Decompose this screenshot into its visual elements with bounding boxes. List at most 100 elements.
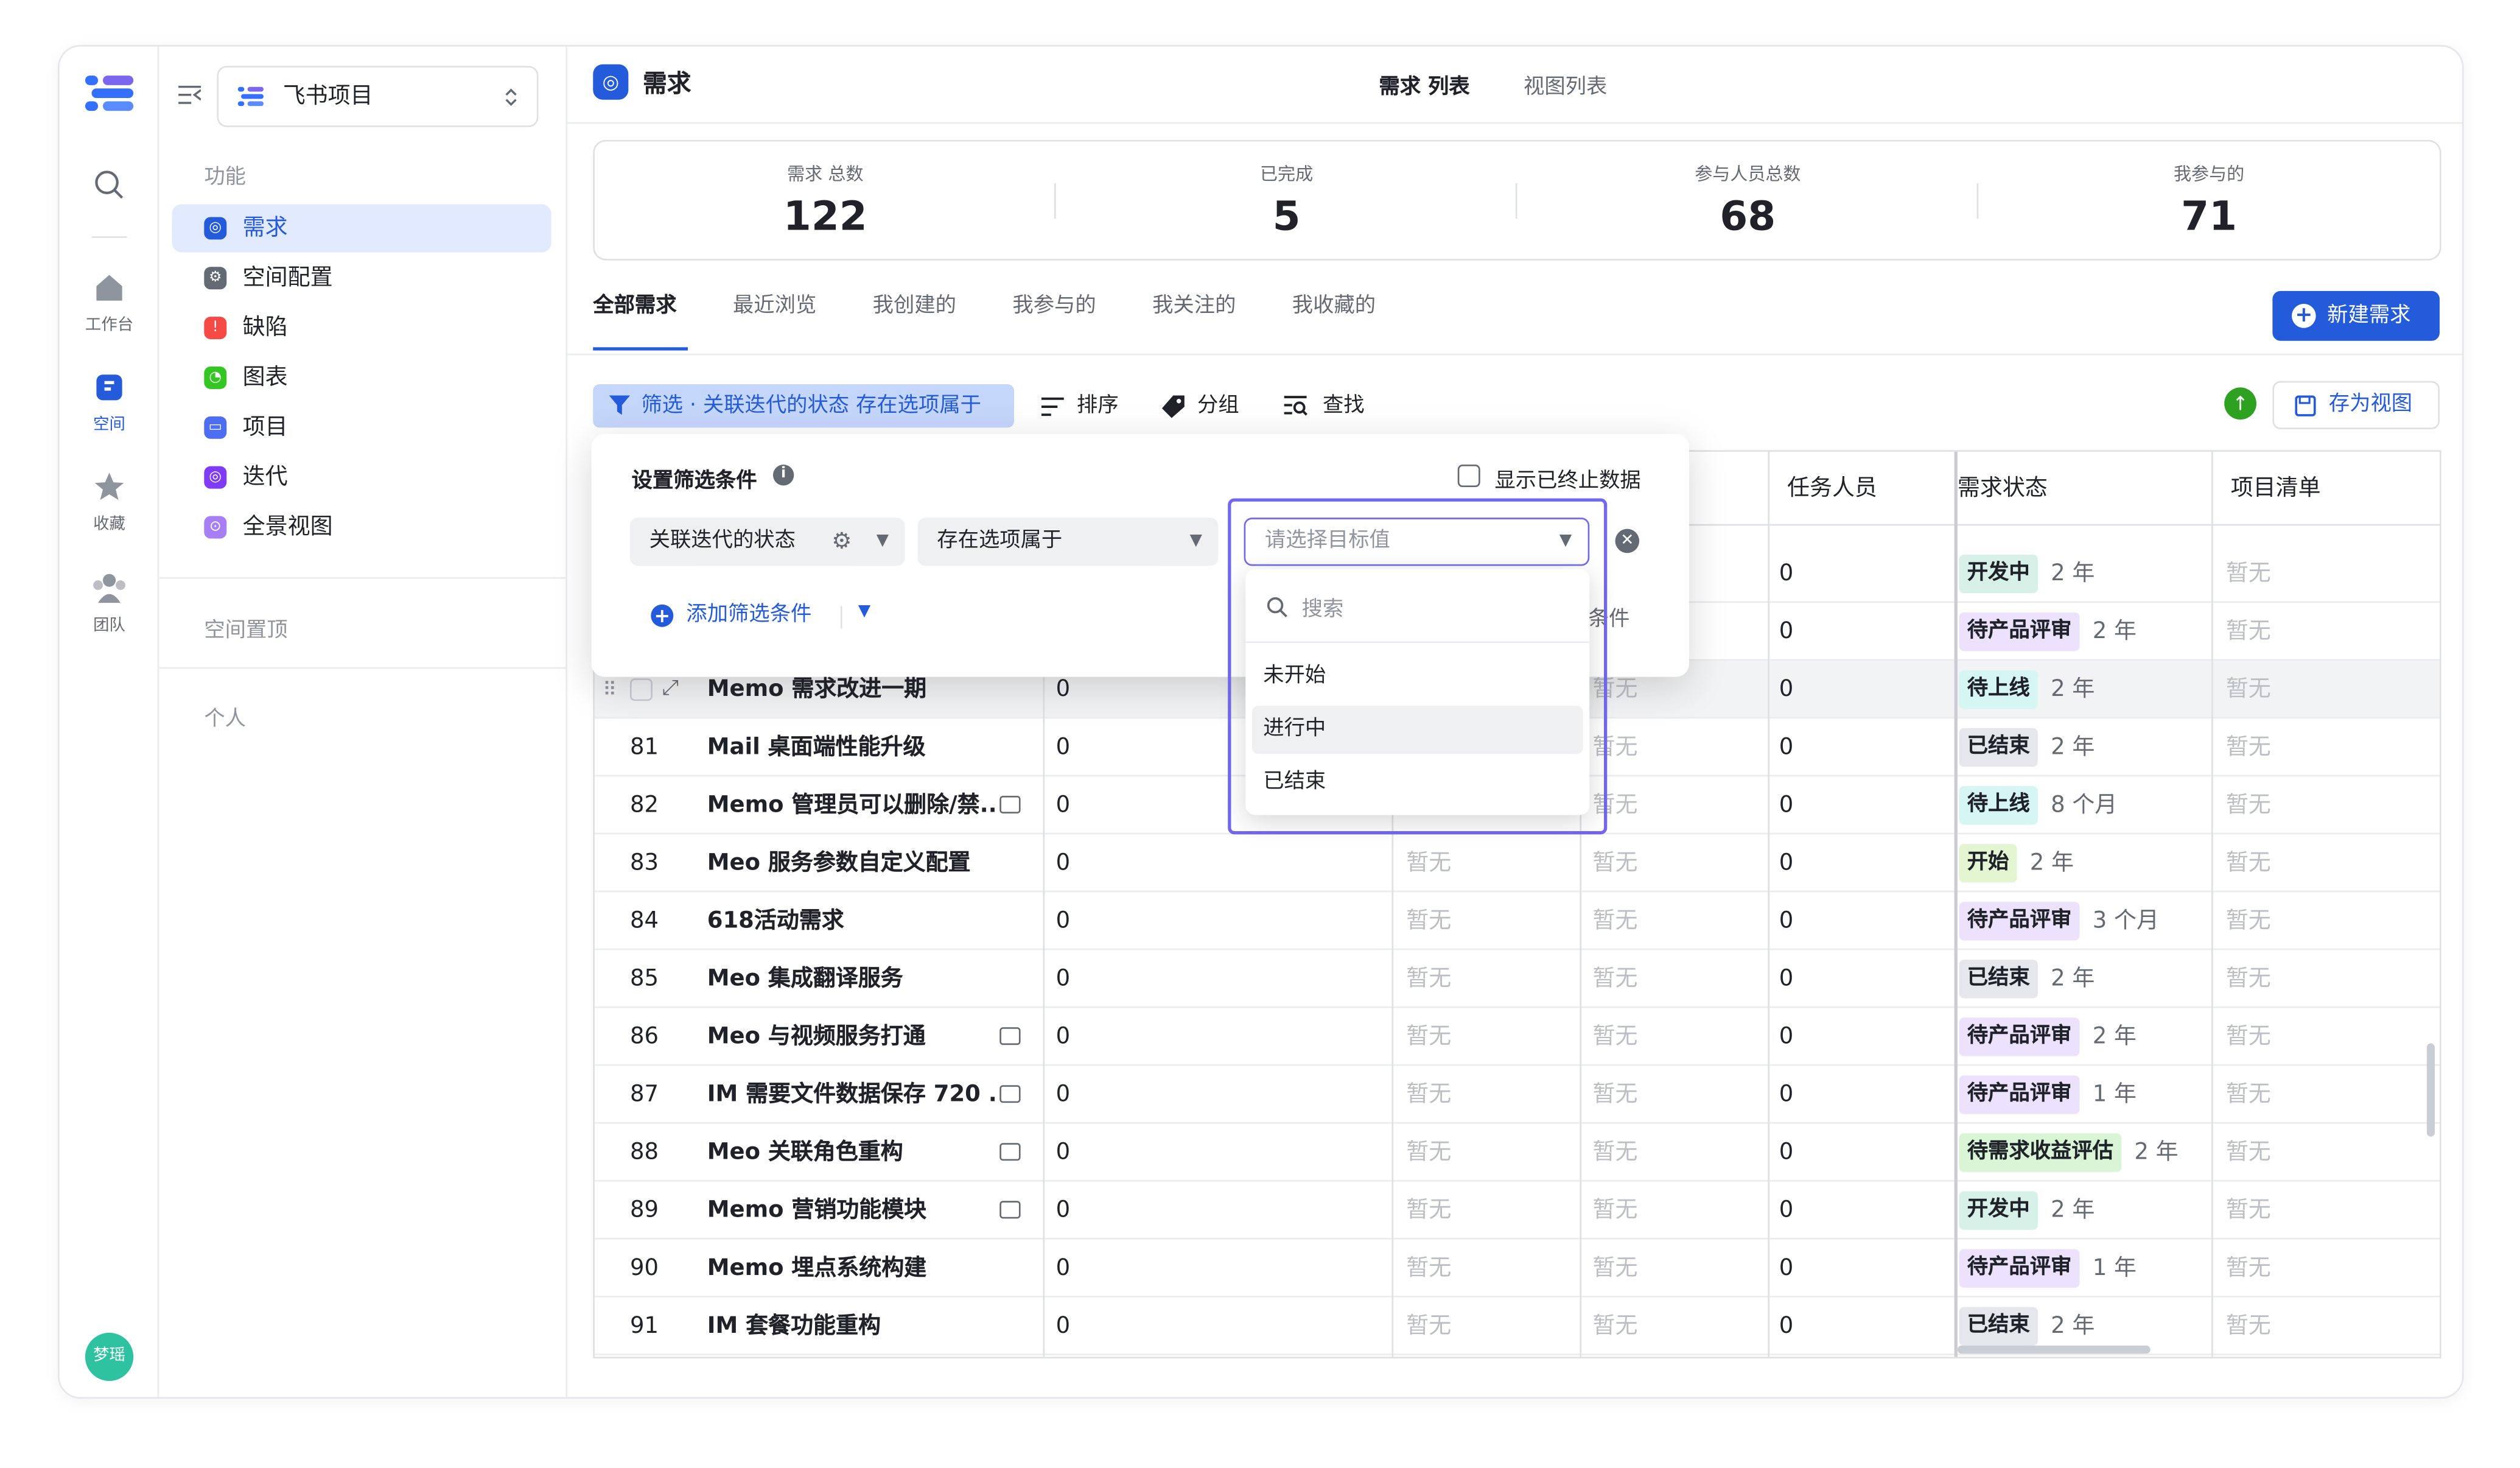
info-icon[interactable]: i [772,465,794,486]
status-cell[interactable]: 已结束 2 年 [1959,950,2095,1006]
option-not-started[interactable]: 未开始 [1252,653,1583,701]
sidebar-item-panorama[interactable]: ⊙ 全景视图 [172,503,551,551]
star-icon [94,472,124,500]
project-switcher[interactable]: 飞书项目 [217,66,539,127]
table-row[interactable]: 91 IM 套餐功能重构 0 暂无 暂无 0 已结束 2 年 暂无 [594,1298,2440,1355]
status-cell[interactable]: 待产品评审 1 年 [1959,1066,2137,1122]
status-cell[interactable]: 开发中 2 年 [1959,545,2095,601]
add-condition-dropdown-icon[interactable]: ▼ [858,603,870,620]
table-row[interactable]: 87 IM 需要文件数据保存 720 ... 0 暂无 暂无 0 待产品评审 1 年 暂无 [594,1066,2440,1124]
rail-item-workbench[interactable]: 工作台 [60,272,159,334]
status-cell[interactable]: 开始 2 年 [1959,834,2074,890]
add-condition-button[interactable]: + 添加筛选条件 [651,601,811,630]
row-number: 0 [1055,792,1071,818]
status-cell[interactable]: 待产品评审 3 个月 [1959,892,2159,948]
table-row[interactable]: 89 Memo 营销功能模块 0 暂无 暂无 0 开发中 2 年 暂无 [594,1182,2440,1240]
gear-icon[interactable]: ⚙ [831,518,852,566]
status-cell[interactable]: 待上线 8 个月 [1959,776,2117,832]
rail-item-space[interactable]: 空间 [60,373,159,434]
comment-icon[interactable] [999,1027,1021,1045]
row-title[interactable]: Memo 营销功能模块 [707,1182,996,1238]
tab-created[interactable]: 我创建的 [873,288,956,318]
remove-condition-icon[interactable]: ✕ [1615,529,1640,553]
row-title[interactable]: IM 套餐功能重构 [707,1298,996,1354]
row-title[interactable]: Memo 埋点系统构建 [707,1240,996,1296]
row-count: 0 [1779,1313,1794,1340]
search-input[interactable]: 搜索 [1302,592,1344,622]
sidebar-item-projects[interactable]: ▭ 项目 [172,404,551,452]
sidebar-item-charts[interactable]: ◔ 图表 [172,354,551,402]
tab-participated[interactable]: 我参与的 [1012,288,1096,318]
find-button[interactable]: 查找 [1284,384,1365,427]
new-requirement-button[interactable]: + 新建需求 [2272,290,2440,341]
sidebar-item-iterations[interactable]: ◎ 迭代 [172,454,551,502]
collapse-sidebar-icon[interactable] [178,85,201,105]
option-in-progress[interactable]: 进行中 [1251,706,1583,754]
row-title[interactable]: 618活动需求 [707,892,996,948]
row-title[interactable]: Meo 与视频服务打通 [707,1008,996,1064]
stat-value: 68 [1720,192,1776,240]
status-age: 3 个月 [2092,908,2159,935]
status-cell[interactable]: 待需求收益评估 2 年 [1959,1124,2179,1180]
status-cell[interactable]: 待产品评审 2 年 [1959,1008,2137,1064]
row-title[interactable]: Meo 集成翻译服务 [707,950,996,1006]
filter-button[interactable]: 筛选 · 关联迭代的状态 存在选项属于 [593,384,1015,428]
table-row[interactable]: 85 Meo 集成翻译服务 0 暂无 暂无 0 已结束 2 年 暂无 [594,950,2440,1008]
row-id: 90 [629,1256,659,1282]
app-logo[interactable] [85,72,134,114]
sort-button[interactable]: 排序 [1041,384,1119,427]
row-id: 87 [629,1081,659,1108]
sidebar-item-defects[interactable]: ! 缺陷 [172,304,551,352]
row-title[interactable]: Meo 服务参数自定义配置 [707,834,996,890]
group-button[interactable]: 分组 [1161,384,1239,427]
horizontal-scrollbar[interactable] [1957,1345,2151,1354]
tab-view-list[interactable]: 视图列表 [1524,69,1607,100]
column-checklist[interactable]: 项目清单 [2231,452,2321,524]
comment-icon[interactable] [999,1085,1021,1103]
row-id: 84 [629,908,659,935]
show-terminated-label: 显示已终止数据 [1494,469,1641,494]
vertical-scrollbar[interactable] [2426,1043,2435,1137]
show-terminated-checkbox[interactable] [1457,465,1480,488]
sidebar-item-requirements[interactable]: ◎ 需求 [172,204,551,253]
tab-favorited[interactable]: 我收藏的 [1292,288,1376,318]
row-count: 0 [1779,1198,1794,1224]
tab-followed[interactable]: 我关注的 [1152,288,1236,318]
row-title[interactable]: Meo 关联角色重构 [707,1124,996,1180]
rail-item-favorites[interactable]: 收藏 [60,471,159,534]
row-title[interactable]: IM 需要文件数据保存 720 ... [707,1066,996,1122]
comment-icon[interactable] [999,1201,1021,1219]
comment-icon[interactable] [999,795,1021,813]
sidebar-item-space-config[interactable]: ⚙ 空间配置 [172,254,551,302]
table-row[interactable]: 88 Meo 关联角色重构 0 暂无 暂无 0 待需求收益评估 2 年 暂无 [594,1124,2440,1182]
upload-icon[interactable]: ↑ [2224,387,2256,420]
option-ended[interactable]: 已结束 [1252,759,1583,807]
table-row[interactable]: 83 Meo 服务参数自定义配置 0 暂无 暂无 0 开始 2 年 暂无 [594,834,2440,893]
status-cell[interactable]: 待上线 2 年 [1959,661,2095,717]
tab-requirement-list[interactable]: 需求 列表 [1379,69,1469,100]
avatar[interactable]: 梦瑶 [85,1332,134,1382]
search-icon[interactable] [60,169,159,201]
filter-field-select[interactable]: 关联迭代的状态 ⚙ ▼ [629,518,905,566]
tab-all[interactable]: 全部需求 [593,288,676,318]
status-cell[interactable]: 已结束 2 年 [1959,718,2095,774]
save-view-label: 存为视图 [2328,392,2413,416]
table-row[interactable]: 86 Meo 与视频服务打通 0 暂无 暂无 0 待产品评审 2 年 暂无 [594,1008,2440,1066]
column-assignee[interactable]: 任务人员 [1787,452,1877,524]
table-row[interactable]: 90 Memo 埋点系统构建 0 暂无 暂无 0 待产品评审 1 年 暂无 [594,1240,2440,1298]
save-view-button[interactable]: 存为视图 [2272,381,2440,429]
status-cell[interactable]: 待产品评审 2 年 [1959,603,2137,659]
comment-icon[interactable] [999,1143,1021,1161]
table-row[interactable]: 84 618活动需求 0 暂无 暂无 0 待产品评审 3 个月 暂无 [594,892,2440,950]
dropdown-search[interactable]: 搜索 [1245,569,1590,644]
row-title[interactable]: Mail 桌面端性能升级 [707,718,996,774]
status-cell[interactable]: 开发中 2 年 [1959,1182,2095,1238]
tab-recent[interactable]: 最近浏览 [733,288,816,318]
row-title[interactable]: Memo 管理员可以删除/禁... [707,776,996,832]
row-placeholder: 暂无 [1592,1198,1638,1224]
column-status[interactable]: 需求状态 [1958,452,2048,524]
status-age: 2 年 [2051,734,2095,760]
rail-item-team[interactable]: 团队 [60,572,159,635]
status-cell[interactable]: 待产品评审 1 年 [1959,1240,2137,1296]
filter-operator-select[interactable]: 存在选项属于 ▼ [917,518,1219,566]
